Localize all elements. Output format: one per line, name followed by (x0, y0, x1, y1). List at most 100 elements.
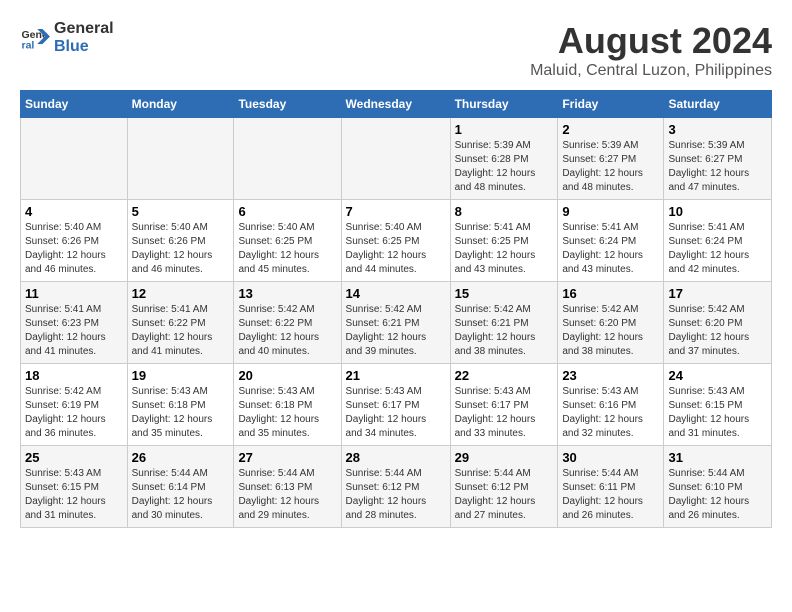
day-info: Sunrise: 5:42 AM Sunset: 6:21 PM Dayligh… (455, 303, 554, 359)
calendar-cell: 12 Sunrise: 5:41 AM Sunset: 6:22 PM Dayli… (127, 282, 234, 364)
day-number: 22 (455, 368, 554, 383)
day-number: 27 (238, 450, 336, 465)
calendar-cell: 18Sunrise: 5:42 AM Sunset: 6:19 PM Dayli… (21, 364, 128, 446)
calendar-cell: 15Sunrise: 5:42 AM Sunset: 6:21 PM Dayli… (450, 282, 558, 364)
day-info: Sunrise: 5:41 AM Sunset: 6:22 PM Dayligh… (132, 303, 230, 359)
day-number: 2 (562, 122, 659, 137)
logo: Gene ral General Blue (20, 20, 114, 55)
day-info: Sunrise: 5:40 AM Sunset: 6:25 PM Dayligh… (346, 221, 446, 277)
svg-text:ral: ral (22, 39, 35, 51)
calendar-cell: 26 Sunrise: 5:44 AM Sunset: 6:14 PM Dayli… (127, 446, 234, 528)
day-number: 9 (562, 204, 659, 219)
day-info: Sunrise: 5:41 AM Sunset: 6:24 PM Dayligh… (668, 221, 767, 277)
weekday-header: Wednesday (341, 91, 450, 118)
calendar-cell: 24 Sunrise: 5:43 AM Sunset: 6:15 PM Dayli… (664, 364, 772, 446)
day-number: 3 (668, 122, 767, 137)
weekday-header: Thursday (450, 91, 558, 118)
calendar-week-row: 1 Sunrise: 5:39 AM Sunset: 6:28 PM Daylig… (21, 118, 772, 200)
day-number: 6 (238, 204, 336, 219)
day-number: 13 (238, 286, 336, 301)
calendar-week-row: 25 Sunrise: 5:43 AM Sunset: 6:15 PM Dayli… (21, 446, 772, 528)
day-info: Sunrise: 5:43 AM Sunset: 6:15 PM Dayligh… (25, 467, 123, 523)
day-info: Sunrise: 5:40 AM Sunset: 6:26 PM Dayligh… (25, 221, 123, 277)
logo-line2: Blue (54, 38, 89, 55)
day-info: Sunrise: 5:43 AM Sunset: 6:15 PM Dayligh… (668, 385, 767, 441)
day-info: Sunrise: 5:39 AM Sunset: 6:27 PM Dayligh… (562, 139, 659, 195)
day-number: 1 (455, 122, 554, 137)
day-info: Sunrise: 5:40 AM Sunset: 6:26 PM Dayligh… (132, 221, 230, 277)
day-info: Sunrise: 5:41 AM Sunset: 6:25 PM Dayligh… (455, 221, 554, 277)
calendar-cell: 1 Sunrise: 5:39 AM Sunset: 6:28 PM Daylig… (450, 118, 558, 200)
day-number: 26 (132, 450, 230, 465)
calendar-cell: 7 Sunrise: 5:40 AM Sunset: 6:25 PM Daylig… (341, 200, 450, 282)
day-number: 8 (455, 204, 554, 219)
subtitle: Maluid, Central Luzon, Philippines (530, 62, 772, 80)
calendar-week-row: 11 Sunrise: 5:41 AM Sunset: 6:23 PM Dayli… (21, 282, 772, 364)
calendar-cell: 9Sunrise: 5:41 AM Sunset: 6:24 PM Daylig… (558, 200, 664, 282)
day-info: Sunrise: 5:44 AM Sunset: 6:12 PM Dayligh… (455, 467, 554, 523)
day-info: Sunrise: 5:44 AM Sunset: 6:13 PM Dayligh… (238, 467, 336, 523)
calendar-cell: 2 Sunrise: 5:39 AM Sunset: 6:27 PM Daylig… (558, 118, 664, 200)
day-info: Sunrise: 5:41 AM Sunset: 6:23 PM Dayligh… (25, 303, 123, 359)
calendar-cell: 11 Sunrise: 5:41 AM Sunset: 6:23 PM Dayli… (21, 282, 128, 364)
day-number: 29 (455, 450, 554, 465)
day-info: Sunrise: 5:42 AM Sunset: 6:19 PM Dayligh… (25, 385, 123, 441)
calendar-cell: 28Sunrise: 5:44 AM Sunset: 6:12 PM Dayli… (341, 446, 450, 528)
calendar-cell: 23 Sunrise: 5:43 AM Sunset: 6:16 PM Dayli… (558, 364, 664, 446)
day-info: Sunrise: 5:44 AM Sunset: 6:11 PM Dayligh… (562, 467, 659, 523)
calendar-cell: 5 Sunrise: 5:40 AM Sunset: 6:26 PM Daylig… (127, 200, 234, 282)
day-number: 23 (562, 368, 659, 383)
day-number: 14 (346, 286, 446, 301)
weekday-header: Friday (558, 91, 664, 118)
day-number: 7 (346, 204, 446, 219)
logo-line1: General (54, 20, 114, 37)
day-info: Sunrise: 5:43 AM Sunset: 6:18 PM Dayligh… (238, 385, 336, 441)
day-info: Sunrise: 5:44 AM Sunset: 6:10 PM Dayligh… (668, 467, 767, 523)
calendar-cell (234, 118, 341, 200)
weekday-header: Tuesday (234, 91, 341, 118)
day-number: 16 (562, 286, 659, 301)
calendar-cell: 22 Sunrise: 5:43 AM Sunset: 6:17 PM Dayli… (450, 364, 558, 446)
calendar-cell: 8 Sunrise: 5:41 AM Sunset: 6:25 PM Daylig… (450, 200, 558, 282)
calendar-week-row: 18Sunrise: 5:42 AM Sunset: 6:19 PM Dayli… (21, 364, 772, 446)
day-number: 25 (25, 450, 123, 465)
day-info: Sunrise: 5:43 AM Sunset: 6:17 PM Dayligh… (455, 385, 554, 441)
calendar-cell (21, 118, 128, 200)
day-info: Sunrise: 5:44 AM Sunset: 6:14 PM Dayligh… (132, 467, 230, 523)
day-number: 10 (668, 204, 767, 219)
calendar-cell: 31 Sunrise: 5:44 AM Sunset: 6:10 PM Dayli… (664, 446, 772, 528)
calendar-cell: 6Sunrise: 5:40 AM Sunset: 6:25 PM Daylig… (234, 200, 341, 282)
calendar-header-row: SundayMondayTuesdayWednesdayThursdayFrid… (21, 91, 772, 118)
day-info: Sunrise: 5:42 AM Sunset: 6:21 PM Dayligh… (346, 303, 446, 359)
day-info: Sunrise: 5:39 AM Sunset: 6:28 PM Dayligh… (455, 139, 554, 195)
day-number: 24 (668, 368, 767, 383)
calendar-cell (127, 118, 234, 200)
calendar-cell: 13 Sunrise: 5:42 AM Sunset: 6:22 PM Dayli… (234, 282, 341, 364)
day-number: 20 (238, 368, 336, 383)
day-info: Sunrise: 5:42 AM Sunset: 6:22 PM Dayligh… (238, 303, 336, 359)
day-number: 31 (668, 450, 767, 465)
day-number: 30 (562, 450, 659, 465)
calendar-cell: 3Sunrise: 5:39 AM Sunset: 6:27 PM Daylig… (664, 118, 772, 200)
day-number: 5 (132, 204, 230, 219)
day-number: 11 (25, 286, 123, 301)
calendar-cell: 17Sunrise: 5:42 AM Sunset: 6:20 PM Dayli… (664, 282, 772, 364)
title-section: August 2024 Maluid, Central Luzon, Phili… (530, 20, 772, 80)
calendar-cell: 14 Sunrise: 5:42 AM Sunset: 6:21 PM Dayli… (341, 282, 450, 364)
day-info: Sunrise: 5:43 AM Sunset: 6:17 PM Dayligh… (346, 385, 446, 441)
calendar-cell: 20 Sunrise: 5:43 AM Sunset: 6:18 PM Dayli… (234, 364, 341, 446)
day-info: Sunrise: 5:43 AM Sunset: 6:16 PM Dayligh… (562, 385, 659, 441)
weekday-header: Saturday (664, 91, 772, 118)
day-number: 4 (25, 204, 123, 219)
calendar-week-row: 4 Sunrise: 5:40 AM Sunset: 6:26 PM Daylig… (21, 200, 772, 282)
calendar-cell (341, 118, 450, 200)
calendar-cell: 19Sunrise: 5:43 AM Sunset: 6:18 PM Dayli… (127, 364, 234, 446)
calendar-cell: 30 Sunrise: 5:44 AM Sunset: 6:11 PM Dayli… (558, 446, 664, 528)
day-number: 12 (132, 286, 230, 301)
weekday-header: Monday (127, 91, 234, 118)
calendar-cell: 27 Sunrise: 5:44 AM Sunset: 6:13 PM Dayli… (234, 446, 341, 528)
header: Gene ral General Blue August 2024 Maluid… (20, 20, 772, 80)
weekday-header: Sunday (21, 91, 128, 118)
day-number: 17 (668, 286, 767, 301)
day-info: Sunrise: 5:42 AM Sunset: 6:20 PM Dayligh… (562, 303, 659, 359)
